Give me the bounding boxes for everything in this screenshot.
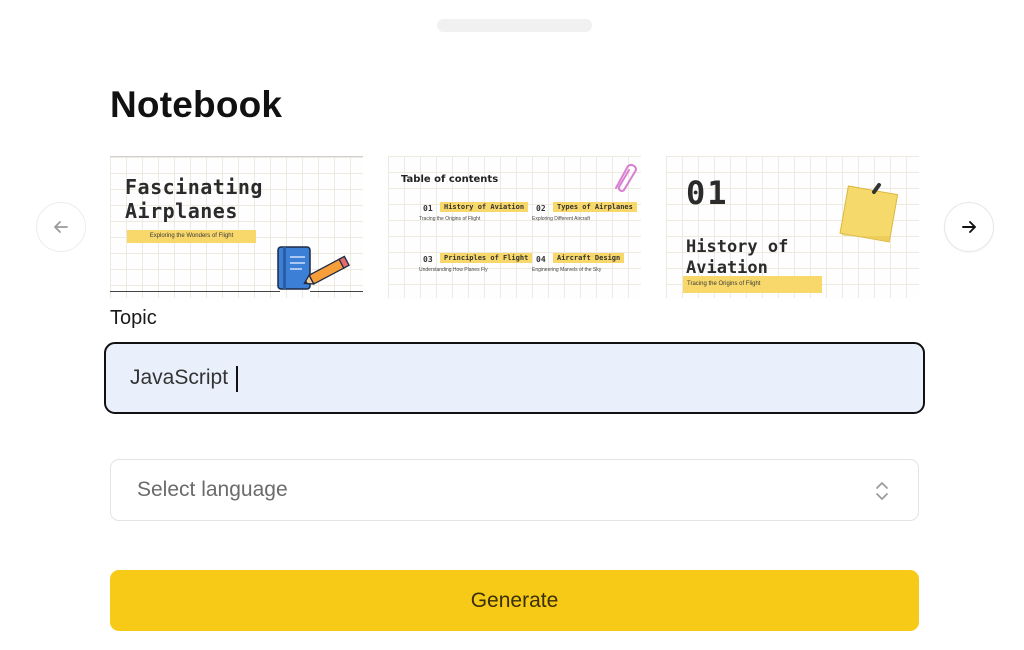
toc-item-label: Principles of Flight [440,253,533,263]
toc-item-number: 03 [423,255,433,264]
template-slide-section[interactable]: 01 History of Aviation Tracing the Origi… [666,156,919,298]
toc-item-number: 04 [536,255,546,264]
generate-button[interactable]: Generate [110,570,919,631]
notebook-and-pencil-icon [277,246,350,290]
toc-item-desc: Understanding How Planes Fly [419,267,488,273]
toc-item-label: Aircraft Design [553,253,625,263]
arrow-right-icon [962,221,976,233]
toc-item-desc: Engineering Marvels of the Sky [532,267,602,273]
arrow-left-icon [54,221,68,233]
toc-item-desc: Tracing the Origins of Flight [419,216,481,222]
sheet-drag-handle[interactable] [437,19,592,32]
topic-input[interactable] [104,342,925,414]
template-slide-contents[interactable]: Table of contents 01 History of Aviation… [388,156,641,298]
slide-section-title: History of Aviation [686,237,789,278]
slide-section-subtitle: Tracing the Origins of Flight [683,276,822,293]
slide-section-number: 01 [686,174,729,212]
language-select-placeholder: Select language [137,478,288,501]
carousel-next-button[interactable] [944,202,994,252]
carousel-prev-button[interactable] [36,202,86,252]
toc-item-label: History of Aviation [440,202,529,212]
toc-item-number: 02 [536,204,546,213]
toc-item-desc: Exploring Different Aircraft [532,216,590,222]
slide-cover-title: Fascinating Airplanes [125,175,263,223]
page-title: Notebook [110,84,283,125]
slide-cover-subtitle: Exploring the Wonders of Flight [127,230,256,243]
slide-cover-rule [110,291,280,292]
toc-item-label: Types of Airplanes [553,202,637,212]
sticky-note-icon [839,183,899,243]
paperclip-icon [615,164,638,192]
text-caret [236,366,238,392]
language-select[interactable]: Select language [110,459,919,521]
slide-contents-heading: Table of contents [401,174,499,185]
toc-item-number: 01 [423,204,433,213]
chevron-up-down-icon [876,482,888,500]
topic-label: Topic [110,307,157,329]
template-slide-cover[interactable]: Fascinating Airplanes Exploring the Wond… [110,156,363,298]
